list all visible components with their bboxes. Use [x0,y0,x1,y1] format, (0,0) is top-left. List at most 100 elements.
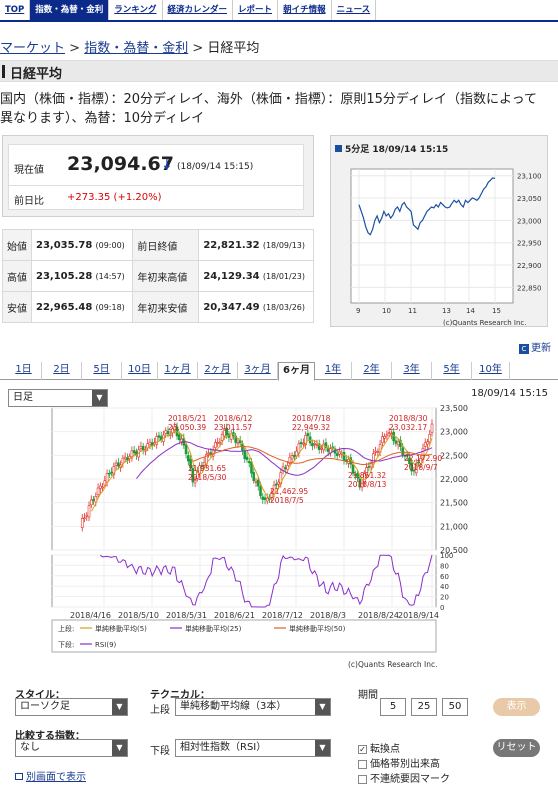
period-tab[interactable]: 10年 [472,362,510,380]
stat-label: 高値 [2,260,32,292]
change-value: +273.35 (+1.20%) [67,192,162,203]
period-tab[interactable]: 1日 [6,362,42,380]
checkbox-turning-point[interactable]: ✓ 転換点 [358,740,400,755]
main-chart: 23,50023,00022,50022,00021,50021,00020,5… [51,404,468,669]
divider [9,185,303,186]
compare-select[interactable]: なし ▼ [15,739,128,757]
candle-body [383,436,386,439]
reset-button[interactable]: リセット [493,739,540,757]
legend-entry: RSI(9) [95,641,117,649]
breadcrumb-link-index[interactable]: 指数・為替・金利 [84,41,188,56]
x-tick-label: 11 [408,307,417,315]
nav-item[interactable]: ランキング [109,0,163,20]
stat-value: 24,129.34 [203,270,260,282]
chart-credit: (c)Quants Research Inc. [348,660,437,669]
candle-body [275,483,278,486]
nav-item[interactable]: レポート [233,0,279,20]
candle-body [290,455,294,460]
x-tick-label: 2018/5/31 [166,611,207,620]
period-tab[interactable]: 3年 [392,362,432,380]
breadcrumb-link-market[interactable]: マーケット [0,41,65,56]
period-tab[interactable]: 5年 [432,362,472,380]
period-input-1[interactable]: 5 [380,698,406,716]
period-tab[interactable]: 2ヶ月 [198,362,238,380]
stat-time: (09:18) [95,302,125,312]
y-tick-label: 23,000 [517,217,542,225]
candle-body [87,505,91,518]
legend-entry: 単純移動平均(25) [185,624,242,633]
open-new-window-link[interactable]: 別画面で表示 [15,768,86,783]
candle-body [214,442,217,448]
nav-item[interactable]: 経済カレンダー [163,0,234,20]
x-tick-label: 2018/8/3 [310,611,346,620]
nav-item[interactable]: 指数・為替・金利 [30,0,110,20]
annotation-date: 2018/8/30 [389,414,428,423]
candle-body [80,518,84,528]
stat-value-cell: 22,965.48 (09:18) [30,291,134,323]
lower-technical-select[interactable]: 相対性指数（RSI） ▼ [175,739,331,757]
period-tab[interactable]: 2日 [42,362,82,380]
nav-item[interactable]: 朝イチ情報 [278,0,332,20]
style-value: ローソク足 [20,701,70,712]
candle-body [164,430,168,434]
candle-body [261,496,265,500]
rsi-tick-label: 60 [440,573,449,581]
update-button[interactable]: C 更新 [519,339,551,354]
candle-body [105,473,109,483]
annotation-value: 22,949.32 [292,423,330,432]
stat-time: (18/09/13) [262,240,305,250]
nav-item[interactable]: ニュース [332,0,377,20]
candle-body [96,487,100,496]
candle-body [207,452,210,455]
candle-body [322,443,325,451]
stat-value-cell: 22,821.32 (18/09/13) [198,229,314,261]
nav-item[interactable]: TOP [0,0,31,20]
x-tick-label: 10 [382,307,391,315]
rsi-tick-label: 40 [440,583,449,591]
period-tab[interactable]: 2年 [352,362,392,380]
candle-body [177,434,181,440]
period-input-3[interactable]: 50 [442,698,468,716]
candle-body [385,434,389,437]
legend-upper-label: 上段: [58,624,74,633]
candle-body [148,441,152,446]
candle-body [220,433,224,441]
candle-body [263,497,267,500]
checkbox-discontinuity[interactable]: 不連続要因マーク [358,770,450,785]
candle-body [387,432,391,435]
period-tab[interactable]: 1年 [315,362,352,380]
candle-body [428,434,432,443]
upper-technical-select[interactable]: 単純移動平均線（3本） ▼ [175,698,331,716]
style-select[interactable]: ローソク足 ▼ [15,698,128,716]
rsi-tick-label: 20 [440,594,449,602]
period-tab[interactable]: 5日 [82,362,122,380]
candle-body [423,442,427,447]
delay-notice-line2: 異なります）、為替：10分ディレイ [0,111,205,126]
y-tick-label: 23,000 [440,428,468,437]
candle-body [117,462,120,467]
intraday-chart: 23,100 23,050 23,000 22,950 22,900 22,850 9 10 1… [350,168,542,327]
rsi-tick-label: 100 [440,552,453,560]
checkbox-volume-profile[interactable]: 価格帯別出来高 [358,755,440,770]
candle-body [254,481,258,484]
candle-body [311,443,314,447]
candle-body [114,462,118,466]
candle-body [338,451,341,455]
candle-body [216,442,219,444]
breadcrumb-separator: > [192,41,204,56]
period-tab[interactable]: 10日 [122,362,158,380]
candle-body [394,440,398,444]
show-button[interactable]: 表示 [493,698,540,716]
candle-body [132,450,136,454]
candle-body [108,472,111,475]
candle-body [335,453,339,457]
x-tick-label: 2018/5/10 [118,611,159,620]
legend-lower-label: 下段: [58,640,74,649]
candle-body [83,517,86,520]
period-input-2[interactable]: 25 [411,698,437,716]
annotation-date: 2018/9/7 [404,463,438,472]
period-tab[interactable]: 3ヶ月 [238,362,278,380]
period-tab[interactable]: 1ヶ月 [158,362,198,380]
stat-value: 22,965.48 [36,301,93,313]
period-tab[interactable]: 6ヶ月 [278,362,315,381]
